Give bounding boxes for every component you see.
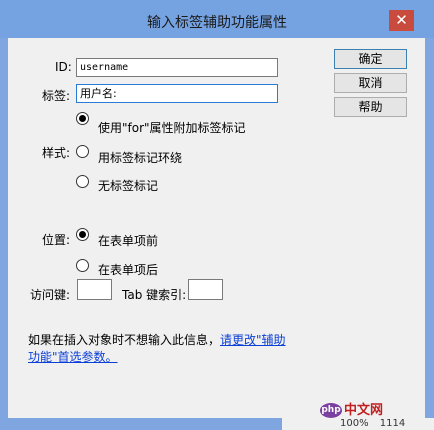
tabindex-input[interactable] [188,279,223,300]
label-input[interactable]: 用户名: [76,84,278,103]
style-label: 样式: [42,146,71,160]
status-bar: 100% 1114 [282,418,434,430]
watermark-text: 中文网 [344,403,384,418]
dialog-title: 输入标签辅助功能属性 [147,15,287,31]
style-none-radio[interactable] [76,175,89,188]
dialog-window: 输入标签辅助功能属性 ✕ ID: username 标签: 用户名: 样式: 使… [0,0,434,430]
ok-button[interactable]: 确定 [334,49,407,69]
help-button[interactable]: 帮助 [334,97,407,117]
info-note: 如果在插入对象时不想输入此信息，请更改"辅助功能"首选参数。 [28,332,288,366]
style-for-attribute-label: 使用"for"属性附加标签标记 [98,121,246,135]
id-input[interactable]: username [76,58,278,77]
position-before-radio[interactable] [76,228,89,241]
php-logo-icon: php [320,403,342,418]
position-after-radio[interactable] [76,259,89,272]
title-bar[interactable]: 输入标签辅助功能属性 ✕ [0,0,434,38]
style-none-label: 无标签标记 [98,179,159,193]
style-wrap-radio[interactable] [76,145,89,158]
style-for-attribute-radio[interactable] [76,112,89,125]
id-label: ID: [55,60,72,74]
position-before-label: 在表单项前 [98,234,159,248]
accesskey-label: 访问键: [30,288,71,302]
style-wrap-label: 用标签标记环绕 [98,151,183,165]
cancel-button[interactable]: 取消 [334,73,407,93]
tabindex-label: Tab 键索引: [122,288,187,302]
label-label: 标签: [42,89,71,103]
doc-size: 1114 [379,418,406,429]
info-text: 如果在插入对象时不想输入此信息， [28,333,221,347]
position-label: 位置: [42,233,71,247]
position-after-label: 在表单项后 [98,263,159,277]
zoom-level: 100% [340,418,369,429]
close-button[interactable]: ✕ [389,10,414,31]
accesskey-input[interactable] [77,279,112,300]
dialog-body: ID: username 标签: 用户名: 样式: 使用"for"属性附加标签标… [8,38,425,418]
